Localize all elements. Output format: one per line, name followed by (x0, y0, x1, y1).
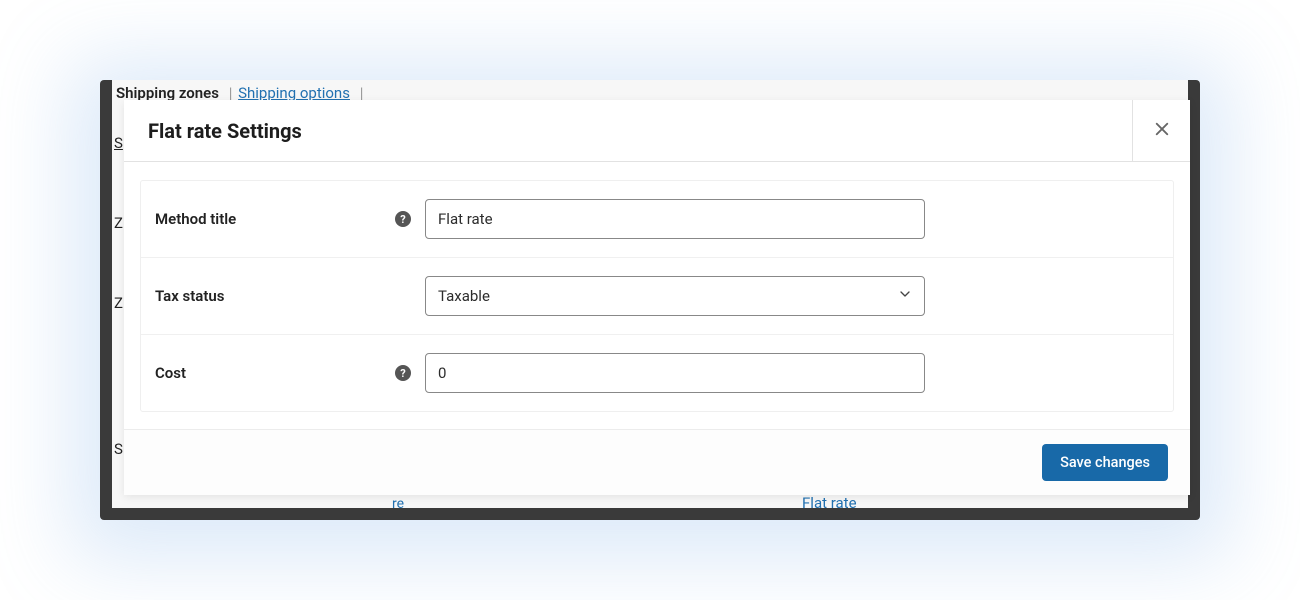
bg-label-z2: Z (114, 294, 123, 312)
row-method-title: Method title ? (141, 181, 1173, 258)
method-title-input[interactable] (425, 199, 925, 239)
row-tax-status: Tax status Taxable (141, 258, 1173, 335)
save-button[interactable]: Save changes (1042, 444, 1168, 481)
bg-label-s: S (114, 134, 123, 152)
modal-header: Flat rate Settings (124, 100, 1190, 162)
label-tax-status: Tax status (155, 287, 225, 305)
label-cost: Cost (155, 364, 186, 382)
settings-modal: Flat rate Settings Method title ? (124, 100, 1190, 495)
cost-input[interactable] (425, 353, 925, 393)
bg-label-sl: S (114, 440, 123, 458)
modal-footer: Save changes (124, 429, 1190, 495)
help-icon[interactable]: ? (395, 211, 411, 227)
form-panel: Method title ? Tax status Taxable (140, 180, 1174, 412)
help-icon[interactable]: ? (395, 365, 411, 381)
tax-status-select[interactable]: Taxable (425, 276, 925, 316)
row-cost: Cost ? (141, 335, 1173, 411)
label-method-title: Method title (155, 210, 236, 228)
modal-title: Flat rate Settings (124, 119, 302, 143)
bg-label-z1: Z (114, 214, 123, 232)
bg-small-text: re (392, 496, 404, 508)
screenshot-frame: Shipping zones | Shipping options | S Z … (100, 80, 1200, 520)
bg-flat-rate-text: Flat rate (802, 494, 857, 508)
close-button[interactable] (1132, 100, 1190, 162)
close-icon (1153, 120, 1171, 142)
